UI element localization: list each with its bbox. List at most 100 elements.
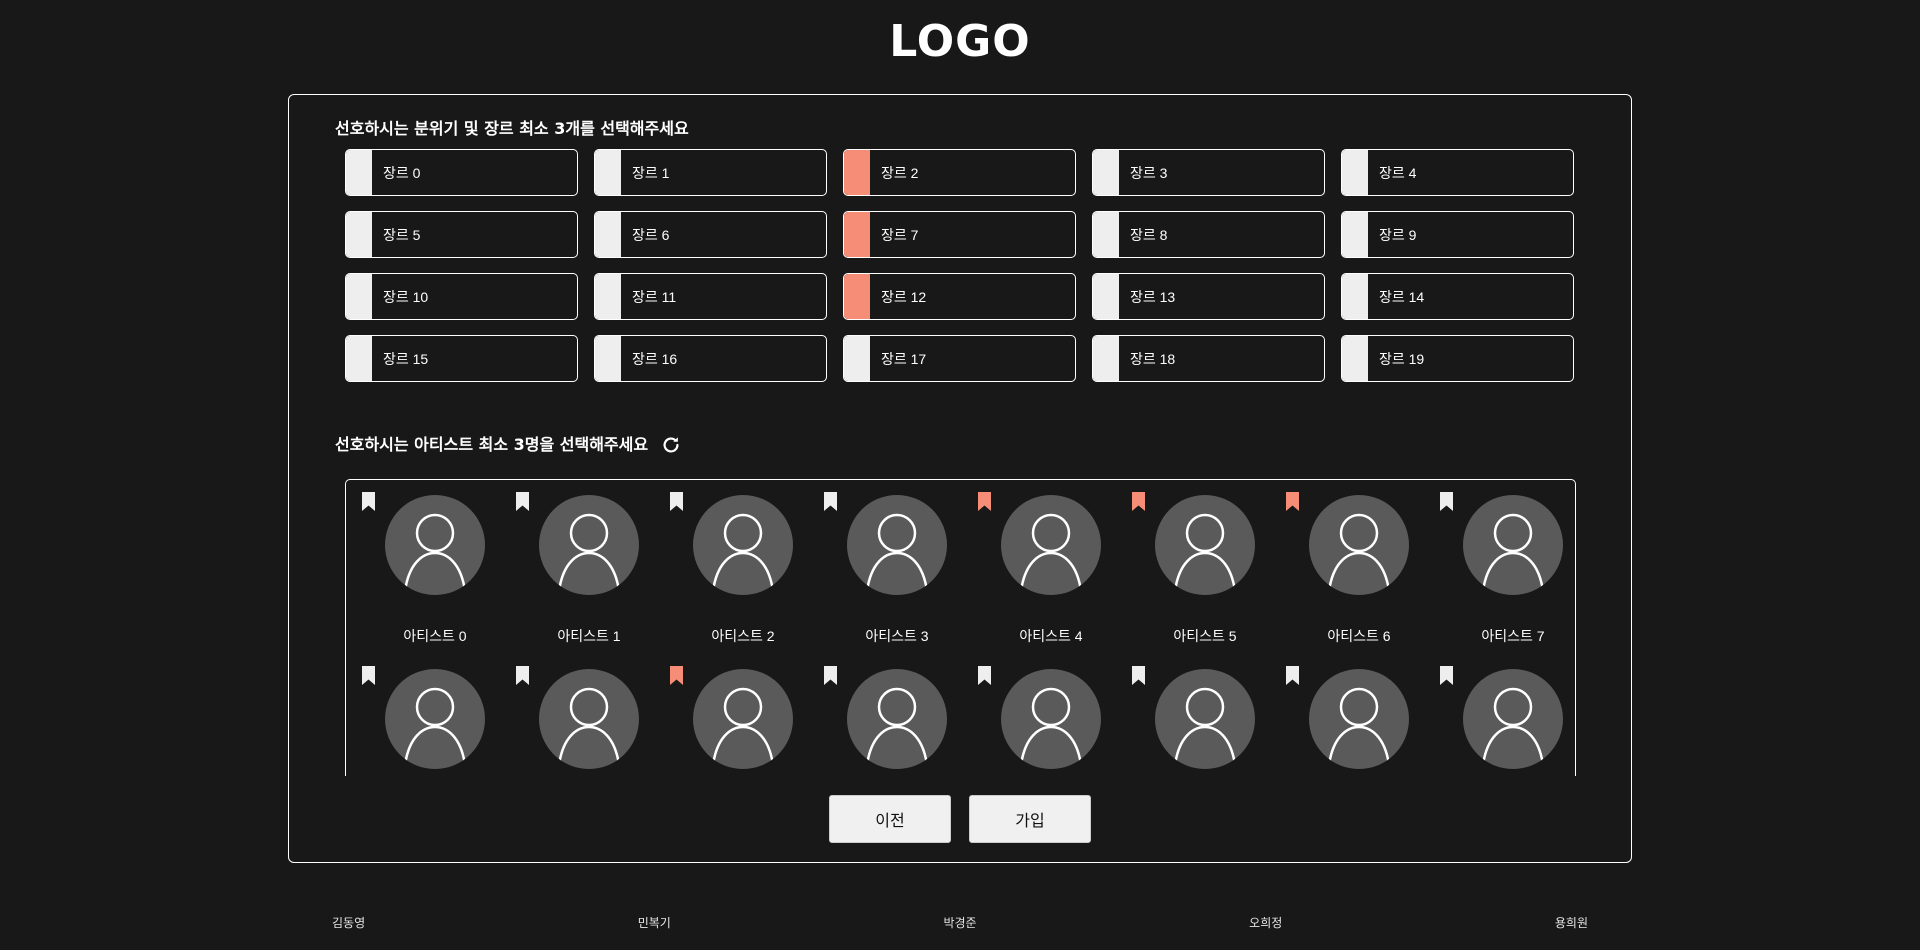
bookmark-icon[interactable] [1440,666,1453,685]
bookmark-icon[interactable] [1286,666,1299,685]
user-icon [1327,687,1391,766]
genre-select-indicator [595,336,621,381]
avatar [385,669,485,769]
genre-chip[interactable]: 장르 16 [594,335,827,382]
genre-chip[interactable]: 장르 7 [843,211,1076,258]
genre-chip[interactable]: 장르 12 [843,273,1076,320]
bookmark-icon[interactable] [362,666,375,685]
genre-chip[interactable]: 장르 3 [1092,149,1325,196]
bookmark-icon[interactable] [1132,492,1145,511]
genre-label: 장르 15 [383,350,429,367]
avatar [385,495,485,595]
artist-card[interactable] [822,666,976,776]
user-icon [865,687,929,766]
user-icon [557,513,621,592]
avatar [1309,495,1409,595]
footer: 김동영 민복기 박경준 오희정 용희원 [332,914,1588,931]
artist-section-title: 선호하시는 아티스트 최소 3명을 선택해주세요 [335,433,682,457]
join-button[interactable]: 가입 [969,795,1091,843]
genre-select-indicator [1093,212,1119,257]
genre-chip[interactable]: 장르 0 [345,149,578,196]
user-icon [1481,687,1545,766]
artist-card[interactable]: 아티스트 0 [360,492,514,654]
avatar [847,495,947,595]
user-icon [711,513,775,592]
genre-label: 장르 14 [1379,288,1425,305]
artist-card[interactable]: 아티스트 4 [976,492,1130,654]
genre-section-title-text: 선호하시는 분위기 및 장르 최소 3개를 선택해주세요 [335,119,689,138]
artist-name: 아티스트 3 [865,628,929,644]
user-icon [403,687,467,766]
genre-chip[interactable]: 장르 6 [594,211,827,258]
genre-select-indicator [595,274,621,319]
artist-scroll-area[interactable]: 아티스트 0 아티스트 1 아티스트 2 아티스트 3 아티스트 4 아티스트 5 아티스트… [345,479,1576,776]
genre-select-indicator [595,150,621,195]
bookmark-icon[interactable] [362,492,375,511]
genre-chip[interactable]: 장르 10 [345,273,578,320]
bookmark-icon[interactable] [516,492,529,511]
user-icon [711,687,775,766]
artist-card[interactable] [1438,666,1575,776]
artist-card[interactable]: 아티스트 5 [1130,492,1284,654]
user-icon [865,513,929,592]
genre-select-indicator [844,150,870,195]
bookmark-icon[interactable] [516,666,529,685]
genre-select-indicator [844,336,870,381]
user-icon [1481,513,1545,592]
artist-card[interactable]: 아티스트 1 [514,492,668,654]
avatar [1309,669,1409,769]
genre-select-indicator [844,212,870,257]
bookmark-icon[interactable] [824,492,837,511]
prev-button[interactable]: 이전 [829,795,951,843]
genre-chip[interactable]: 장르 8 [1092,211,1325,258]
bookmark-icon[interactable] [978,666,991,685]
artist-name: 아티스트 5 [1173,628,1237,644]
bookmark-icon[interactable] [824,666,837,685]
genre-chip[interactable]: 장르 5 [345,211,578,258]
artist-name: 아티스트 0 [403,628,467,644]
genre-chip[interactable]: 장르 9 [1341,211,1574,258]
artist-card[interactable]: 아티스트 6 [1284,492,1438,654]
artist-card[interactable]: 아티스트 7 [1438,492,1575,654]
genre-label: 장르 18 [1130,350,1176,367]
genre-chip[interactable]: 장르 15 [345,335,578,382]
genre-chip[interactable]: 장르 17 [843,335,1076,382]
artist-card[interactable] [1284,666,1438,776]
genre-select-indicator [1342,150,1368,195]
artist-card[interactable] [976,666,1130,776]
avatar [539,495,639,595]
bookmark-icon[interactable] [670,492,683,511]
genre-label: 장르 4 [1379,164,1417,181]
artist-card[interactable] [514,666,668,776]
artist-card[interactable] [1130,666,1284,776]
genre-chip[interactable]: 장르 2 [843,149,1076,196]
genre-chip[interactable]: 장르 1 [594,149,827,196]
artist-card[interactable]: 아티스트 3 [822,492,976,654]
bookmark-icon[interactable] [670,666,683,685]
bookmark-icon[interactable] [1440,492,1453,511]
footer-member-name: 오희정 [1249,916,1283,930]
genre-label: 장르 0 [383,164,421,181]
genre-chip[interactable]: 장르 11 [594,273,827,320]
genre-chip[interactable]: 장르 4 [1341,149,1574,196]
genre-label: 장르 7 [881,226,919,243]
genre-chip[interactable]: 장르 18 [1092,335,1325,382]
bookmark-icon[interactable] [1132,666,1145,685]
genre-select-indicator [595,212,621,257]
bookmark-icon[interactable] [978,492,991,511]
genre-select-indicator [346,336,372,381]
user-icon [1173,687,1237,766]
genre-chip[interactable]: 장르 13 [1092,273,1325,320]
genre-select-indicator [1093,274,1119,319]
refresh-icon[interactable] [660,434,682,456]
artist-card[interactable] [360,666,514,776]
genre-select-indicator [1342,336,1368,381]
artist-card[interactable] [668,666,822,776]
avatar [539,669,639,769]
artist-name: 아티스트 1 [557,628,621,644]
genre-chip[interactable]: 장르 19 [1341,335,1574,382]
genre-select-indicator [844,274,870,319]
genre-chip[interactable]: 장르 14 [1341,273,1574,320]
artist-card[interactable]: 아티스트 2 [668,492,822,654]
bookmark-icon[interactable] [1286,492,1299,511]
